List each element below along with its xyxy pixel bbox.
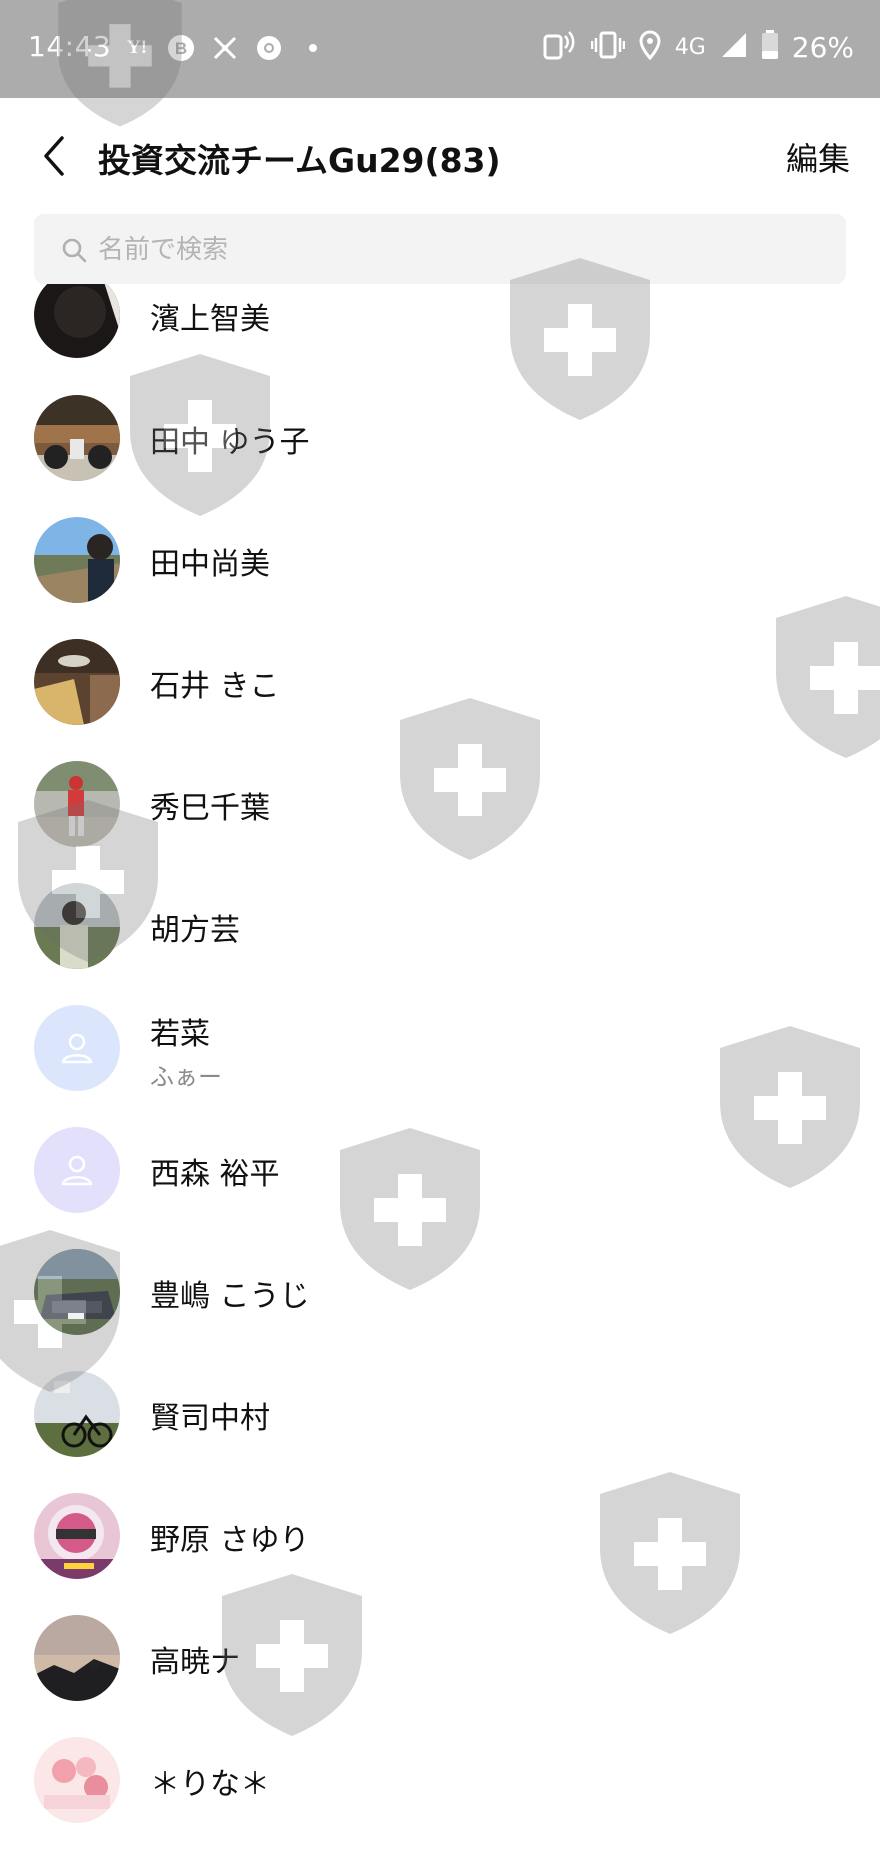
- member-name: 濱上智美: [150, 302, 270, 337]
- member-name: 胡方芸: [150, 913, 240, 948]
- member-name: 野原 さゆり: [150, 1523, 310, 1558]
- avatar: [34, 1493, 120, 1579]
- nfc-icon: [543, 30, 577, 64]
- search-input[interactable]: [96, 214, 820, 286]
- member-row[interactable]: 胡方芸: [0, 865, 880, 987]
- member-row[interactable]: 豊嶋 こうじ: [0, 1231, 880, 1353]
- member-name: 賢司中村: [150, 1401, 270, 1436]
- chrome-icon: [254, 33, 284, 63]
- avatar: [34, 1615, 120, 1701]
- back-button[interactable]: [34, 128, 78, 184]
- member-name: 高暁ナ: [150, 1645, 240, 1680]
- member-row[interactable]: 石井 きこ: [0, 621, 880, 743]
- signal-icon: [720, 31, 748, 63]
- avatar: [34, 883, 120, 969]
- avatar: [34, 1005, 120, 1091]
- vibrate-icon: [590, 30, 625, 64]
- avatar: [34, 1371, 120, 1457]
- dot-icon: [298, 33, 328, 63]
- avatar: [34, 1127, 120, 1213]
- person-icon: [61, 1033, 93, 1064]
- member-row[interactable]: 野原 さゆり: [0, 1475, 880, 1597]
- b-app-icon: B: [166, 33, 196, 63]
- member-row[interactable]: 田中 ゆう子: [0, 377, 880, 499]
- member-row[interactable]: ＊りな＊: [0, 1719, 880, 1841]
- member-list: 濱上智美 田中 ゆう子 田中尚美 石井 きこ 秀巳千葉 胡方芸 若菜 ふぁー 西…: [0, 284, 880, 1858]
- person-icon: [61, 1155, 93, 1186]
- yahoo-icon: Y!: [126, 37, 148, 58]
- notification-icons: Y! B: [122, 33, 328, 63]
- battery-icon: [761, 30, 778, 64]
- avatar: [34, 284, 120, 358]
- member-row[interactable]: 秀巳千葉: [0, 743, 880, 865]
- member-status: ふぁー: [150, 1063, 222, 1091]
- battery-level: 26%: [791, 30, 854, 64]
- status-bar: 14:43 Y! B 4G 26%: [0, 0, 880, 98]
- member-list-screen: 14:43 Y! B 4G 26% 投資交流チームGu29(83) 編集 名前で…: [0, 0, 880, 1858]
- page-title: 投資交流チームGu29(83): [98, 141, 501, 180]
- system-icons: 4G 26%: [543, 30, 854, 64]
- location-icon: [639, 30, 661, 64]
- member-row[interactable]: 賢司中村: [0, 1353, 880, 1475]
- member-name: 田中 ゆう子: [150, 425, 310, 460]
- app-icon: [210, 33, 240, 63]
- member-name: 若菜: [150, 1017, 210, 1052]
- member-row[interactable]: 高暁ナ: [0, 1597, 880, 1719]
- avatar: [34, 517, 120, 603]
- member-name: 秀巳千葉: [150, 791, 270, 826]
- member-row[interactable]: 西森 裕平: [0, 1109, 880, 1231]
- member-name: 豊嶋 こうじ: [150, 1279, 310, 1314]
- svg-text:B: B: [175, 39, 187, 58]
- member-row[interactable]: 濱上智美: [0, 284, 880, 376]
- member-row[interactable]: 田中尚美: [0, 499, 880, 621]
- avatar: [34, 761, 120, 847]
- member-name: 田中尚美: [150, 547, 270, 582]
- avatar: [34, 395, 120, 481]
- member-name: 石井 きこ: [150, 669, 280, 704]
- avatar: [34, 1737, 120, 1823]
- search-icon: [62, 238, 87, 263]
- member-name: ＊りな＊: [150, 1767, 270, 1802]
- chevron-left-icon: [44, 136, 64, 176]
- search-bar: [34, 214, 846, 286]
- member-name: 西森 裕平: [150, 1157, 280, 1192]
- network-type: 4G: [674, 34, 706, 60]
- member-row[interactable]: 若菜 ふぁー: [0, 987, 880, 1109]
- header: 投資交流チームGu29(83) 編集: [0, 98, 880, 214]
- avatar: [34, 639, 120, 725]
- avatar: [34, 1249, 120, 1335]
- status-time: 14:43: [28, 30, 112, 63]
- edit-button[interactable]: 編集: [786, 134, 850, 180]
